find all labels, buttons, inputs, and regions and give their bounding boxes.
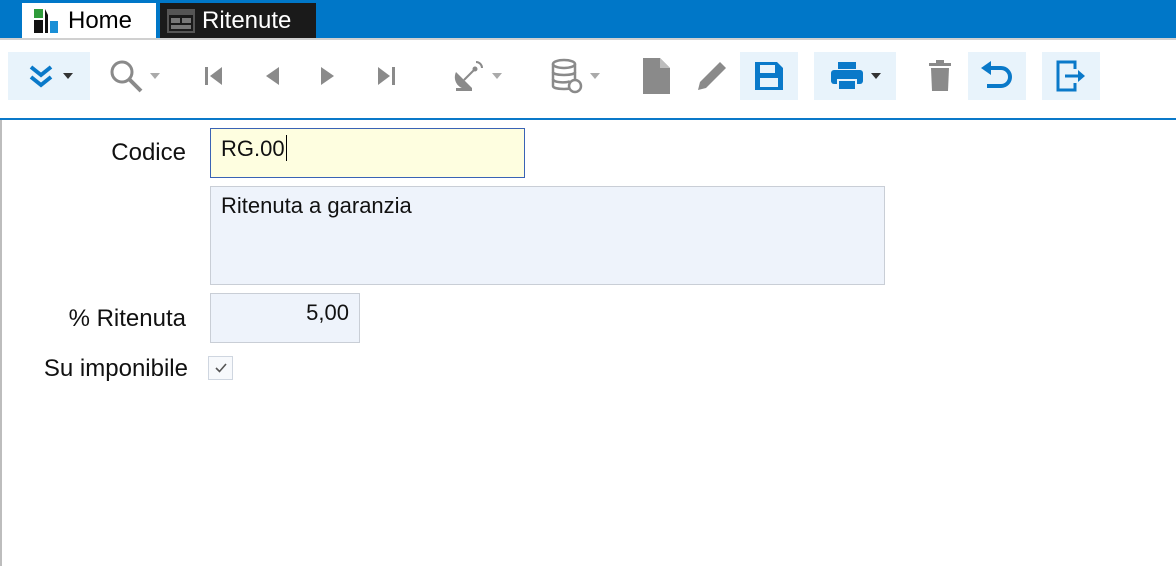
su-imponibile-label: Su imponibile bbox=[43, 355, 188, 382]
search-button[interactable] bbox=[100, 52, 168, 100]
undo-icon bbox=[981, 61, 1012, 88]
new-document-button[interactable] bbox=[636, 52, 676, 100]
tab-ritenute[interactable]: Ritenute bbox=[160, 3, 316, 38]
print-button[interactable] bbox=[814, 52, 896, 100]
ritenuta-value: 5,00 bbox=[306, 300, 349, 325]
delete-button[interactable] bbox=[920, 52, 960, 100]
last-record-button[interactable] bbox=[368, 52, 404, 100]
ritenuta-label: % Ritenuta bbox=[68, 305, 186, 332]
form-window-icon bbox=[166, 7, 195, 35]
tab-ritenute-label: Ritenute bbox=[202, 6, 292, 34]
expand-chevrons-icon bbox=[29, 65, 53, 88]
text-cursor bbox=[285, 135, 287, 161]
undo-button[interactable] bbox=[968, 52, 1026, 100]
window-left-border bbox=[0, 120, 2, 566]
codice-input[interactable]: RG.00 bbox=[210, 128, 525, 178]
exit-icon bbox=[1056, 60, 1085, 92]
next-record-button[interactable] bbox=[310, 52, 346, 100]
satellite-button[interactable] bbox=[440, 52, 512, 100]
codice-value: RG.00 bbox=[221, 136, 285, 161]
next-record-icon bbox=[321, 67, 334, 85]
chevron-down-icon[interactable] bbox=[590, 73, 600, 79]
search-icon bbox=[110, 60, 143, 93]
database-refresh-icon bbox=[551, 58, 583, 94]
su-imponibile-checkbox[interactable] bbox=[208, 356, 233, 380]
previous-record-icon bbox=[266, 67, 279, 85]
new-document-icon bbox=[643, 58, 670, 94]
delete-trash-icon bbox=[929, 60, 951, 91]
edit-pencil-icon bbox=[698, 62, 726, 90]
save-icon bbox=[755, 62, 783, 90]
chevron-down-icon[interactable] bbox=[871, 73, 881, 79]
descrizione-textarea[interactable]: Ritenuta a garanzia bbox=[210, 186, 885, 285]
first-record-button[interactable] bbox=[196, 52, 232, 100]
tab-home-label: Home bbox=[68, 6, 133, 34]
exit-button[interactable] bbox=[1042, 52, 1100, 100]
edit-button[interactable] bbox=[692, 52, 732, 100]
checkmark-icon bbox=[214, 363, 227, 373]
first-record-icon bbox=[205, 67, 222, 85]
save-button[interactable] bbox=[740, 52, 798, 100]
chevron-down-icon[interactable] bbox=[492, 73, 502, 79]
satellite-dish-icon bbox=[454, 61, 483, 91]
codice-label: Codice bbox=[111, 139, 186, 166]
print-icon bbox=[831, 62, 863, 91]
chevron-down-icon[interactable] bbox=[150, 73, 160, 79]
descrizione-value: Ritenuta a garanzia bbox=[221, 193, 412, 218]
expand-menu-button[interactable] bbox=[8, 52, 90, 100]
database-button[interactable] bbox=[538, 52, 610, 100]
app-logo-icon bbox=[32, 7, 60, 35]
last-record-icon bbox=[378, 67, 395, 85]
chevron-down-icon[interactable] bbox=[63, 73, 73, 79]
previous-record-button[interactable] bbox=[254, 52, 290, 100]
tab-bar: Home Ritenute bbox=[0, 0, 1176, 38]
ritenuta-percent-input[interactable]: 5,00 bbox=[210, 293, 360, 343]
toolbar bbox=[0, 40, 1176, 120]
tab-home[interactable]: Home bbox=[22, 3, 156, 38]
